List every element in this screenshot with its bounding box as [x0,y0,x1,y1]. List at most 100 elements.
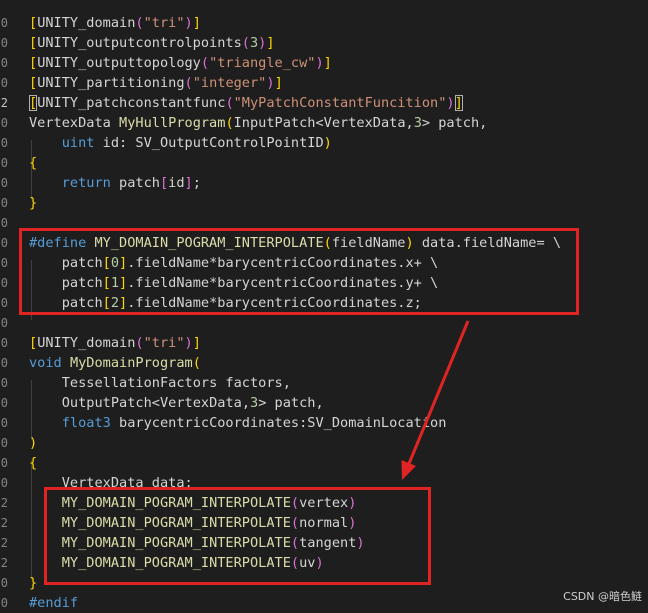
code-token: > patch, [421,115,488,131]
code-token: normal [299,515,349,531]
code-token: [ [29,95,38,111]
code-line[interactable]: [UNITY_outputtopology("triangle_cw")] [29,53,332,73]
code-token: VertexData [159,395,242,411]
code-token: 3 [250,395,259,411]
line-number-gutter: 0 0 0 0 2 0 0 0 0 0 0 0 0 0 0 0 0 0 0 0 0 0 0 0 2 2 2 2 0 0 [0,0,8,610]
line-number: 0 [0,36,8,50]
code-line[interactable]: #define MY_DOMAIN_POGRAM_INTERPOLATE(fie… [29,233,561,253]
code-line[interactable]: [UNITY_domain("tri")] [29,333,201,353]
code-token: MY_DOMAIN_POGRAM_INTERPOLATE [61,515,291,531]
code-token: fieldName [331,235,406,251]
code-token: id [168,175,185,191]
code-token: ( [192,355,201,371]
code-token: , [405,115,414,131]
line-number: 0 [0,356,8,370]
line-number: 2 [0,516,8,530]
code-token: uint [61,135,95,151]
code-line[interactable]: void MyDomainProgram( [29,353,201,373]
line-number: 0 [0,216,8,230]
code-line[interactable]: OutputPatch<VertexData,3> patch, [29,393,324,413]
line-number: 0 [0,256,8,270]
code-line[interactable]: MY_DOMAIN_POGRAM_INTERPOLATE(normal) [29,513,357,533]
code-token: UNITY_outputtopology [37,55,201,71]
code-line[interactable]: { [29,153,37,173]
code-line[interactable]: MY_DOMAIN_POGRAM_INTERPOLATE(uv) [29,553,324,573]
code-token: ; [192,175,201,191]
code-line[interactable]: [UNITY_outputcontrolpoints(3)] [29,33,275,53]
code-token: ] [119,275,128,291]
code-token: patch [29,255,103,271]
line-number: 0 [0,156,8,170]
watermark: CSDN @暗色鲢 [563,590,642,603]
code-token: ( [290,535,300,551]
code-token: [ [102,275,111,291]
code-line[interactable]: MY_DOMAIN_POGRAM_INTERPOLATE(tangent) [29,533,365,553]
code-token: 1 [110,275,120,291]
code-line[interactable]: float3 barycentricCoordinates:SV_DomainL… [29,413,447,433]
code-token: UNITY_partitioning [37,75,185,91]
code-token: "tri" [143,335,185,351]
code-token: ( [225,95,234,111]
code-token: "MyPatchConstantFuncition" [233,95,447,111]
code-line[interactable]: } [29,193,37,213]
line-number: 0 [0,596,8,610]
code-line[interactable]: ) [29,433,37,453]
line-number: 0 [0,396,8,410]
code-token: UNITY_patchconstantfunc [37,95,226,111]
code-token: ) [446,95,455,111]
code-line[interactable]: [UNITY_partitioning("integer")] [29,73,283,93]
code-token: ) [348,495,357,511]
code-token: 3 [413,115,422,131]
line-number: 0 [0,336,8,350]
code-token: #define [29,235,87,251]
code-token: data.fieldName= \ [413,235,562,251]
code-token: ] [184,175,193,191]
code-line[interactable]: } [29,573,37,593]
code-line[interactable]: patch[1].fieldName*barycentricCoordinate… [29,273,439,293]
code-token: TessellationFactors factors, [61,375,291,391]
code-line[interactable]: TessellationFactors factors, [29,373,291,393]
line-number: 0 [0,456,8,470]
code-token: [ [159,175,169,191]
code-token: ( [241,35,250,51]
code-token: ) [323,135,332,151]
code-line[interactable]: return patch[id]; [29,173,201,193]
code-token: patch [110,175,160,191]
code-token: ( [323,235,332,251]
code-token: ) [184,15,193,31]
code-token: ( [200,55,210,71]
code-line[interactable]: { [29,453,37,473]
code-token: .fieldName*barycentricCoordinates.z; [127,295,422,311]
code-line[interactable]: patch[2].fieldName*barycentricCoordinate… [29,293,422,313]
code-line[interactable]: [UNITY_domain("tri")] [29,13,201,33]
line-number: 0 [0,76,8,90]
code-token: ) [348,515,357,531]
code-token: ( [290,555,300,571]
code-token: ) [356,535,365,551]
line-number: 2 [0,496,8,510]
line-number: 0 [0,316,8,330]
code-token: ) [315,55,324,71]
code-line[interactable]: MY_DOMAIN_POGRAM_INTERPOLATE(vertex) [29,493,357,513]
code-token: patch [29,295,103,311]
code-line[interactable]: VertexData data; [29,473,193,493]
code-token: .fieldName*barycentricCoordinates.y+ \ [127,275,439,291]
code-token: , [241,395,250,411]
code-line[interactable]: uint id: SV_OutputControlPointID) [29,133,332,153]
code-token: ( [290,495,300,511]
code-token: } [29,575,38,591]
code-line[interactable]: VertexData MyHullProgram(InputPatch<Vert… [29,113,487,133]
code-line[interactable]: patch[0].fieldName*barycentricCoordinate… [29,253,439,273]
line-number: 0 [0,576,8,590]
code-editor[interactable]: 000020000000000000000000222200 [UNITY_do… [0,0,648,613]
code-line[interactable]: [UNITY_patchconstantfunc("MyPatchConstan… [29,93,463,113]
code-token: ( [135,335,144,351]
code-token: ( [135,15,144,31]
code-token: "integer" [192,75,267,91]
code-token: "triangle_cw" [209,55,316,71]
code-line[interactable]: #endif [29,593,78,613]
